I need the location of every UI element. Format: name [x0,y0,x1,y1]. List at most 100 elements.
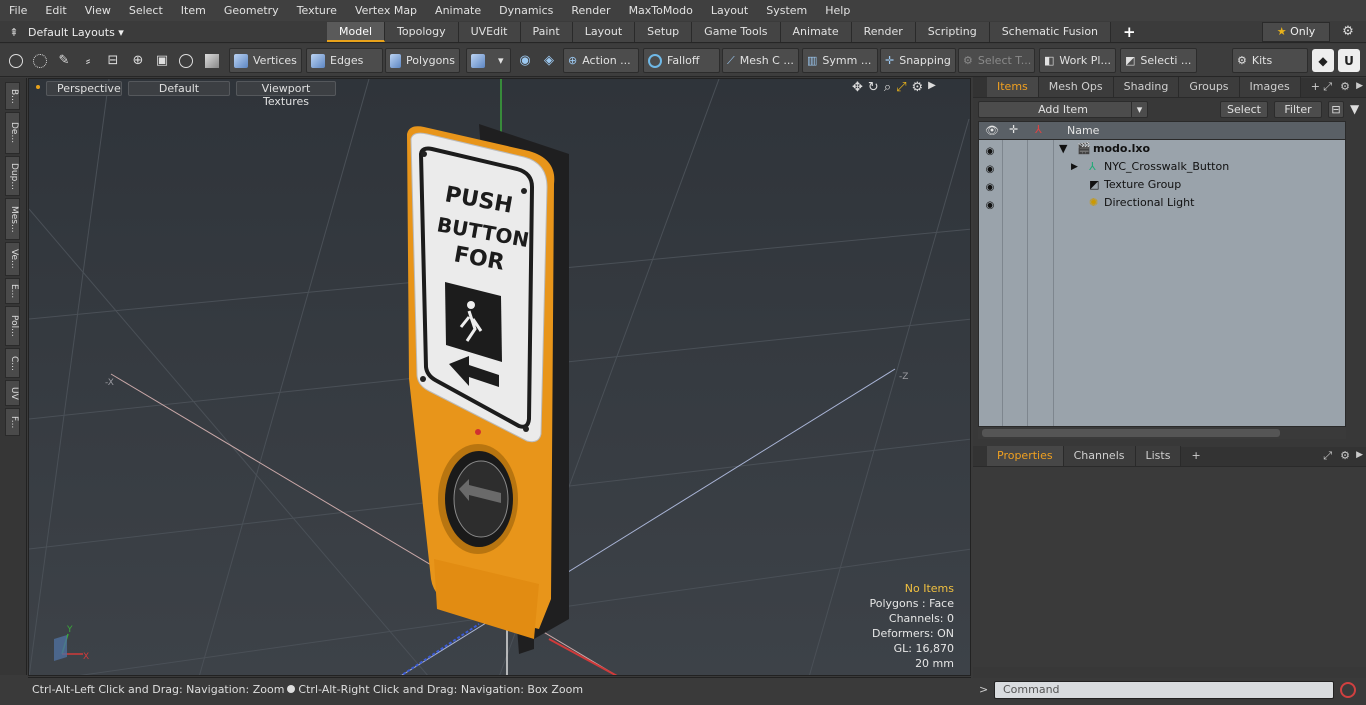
menu-item-edit[interactable]: Edit [36,0,75,21]
menu-item-maxtomodo[interactable]: MaxToModo [620,0,702,21]
edges-button[interactable]: Edges [306,48,383,73]
center-icon[interactable]: ⊕ [127,49,149,72]
default-shading-button[interactable]: Default [128,81,230,96]
menu-item-vertex-map[interactable]: Vertex Map [346,0,426,21]
add-item-button[interactable]: Add Item ▾ [978,100,1148,118]
eye-icon[interactable]: ◉ [983,179,997,193]
tab-paint[interactable]: Paint [520,22,573,42]
globe-icon[interactable] [29,49,51,72]
add-properties-tab-button[interactable]: + [1181,446,1210,466]
left-tab-0[interactable]: B... [5,82,20,110]
unreal-icon[interactable]: U [1338,49,1360,72]
tab-scripting[interactable]: Scripting [915,22,990,42]
tab-schematic-fusion[interactable]: Schematic Fusion [989,22,1112,42]
left-tab-1[interactable]: De... [5,112,20,154]
tab-properties[interactable]: Properties [987,446,1064,466]
menu-item-geometry[interactable]: Geometry [215,0,288,21]
tab-items[interactable]: Items [987,77,1039,97]
maximize-icon[interactable]: ⤢ [896,80,906,98]
work-plane-button[interactable]: ◧ Work Pl... [1039,48,1116,73]
only-button[interactable]: ★ Only [1262,22,1330,42]
properties-gear-icon[interactable]: ⚙ [1340,449,1350,462]
items-panel-dot[interactable] [973,77,987,97]
selection-sets-button[interactable]: ◩ Selecti ... [1120,48,1197,73]
polygons-button[interactable]: Polygons [385,48,460,73]
snapping-button[interactable]: ✛ Snapping [880,48,956,73]
menu-item-file[interactable]: File [0,0,36,21]
menu-item-view[interactable]: View [76,0,120,21]
tab-uvedit[interactable]: UVEdit [458,22,521,42]
perspective-button[interactable]: Perspective [46,81,122,96]
kits-button[interactable]: ⚙ Kits [1232,48,1308,73]
3d-viewport[interactable]: -X -Z PUSH BUTTON FOR Y X [28,78,971,676]
layout-gear-icon[interactable]: ⚙ [1336,22,1360,42]
select-button[interactable]: Select [1220,100,1268,118]
item-mode-dropdown[interactable]: ▾ [466,48,511,73]
properties-expand-icon[interactable]: ⤢ [1323,449,1332,463]
viewport-menu-dot[interactable] [36,85,40,89]
visibility-column-icon[interactable]: 👁 [985,124,999,137]
left-tab-4[interactable]: Ve... [5,242,20,276]
symmetry-button[interactable]: ▥ Symm ... [802,48,878,73]
items-gear-icon[interactable]: ⚙ [1340,80,1350,93]
expand-arrow-icon[interactable]: ▶ [1071,158,1078,176]
layout-selector[interactable]: ⇞ Default Layouts ▾ [0,21,330,43]
zoom-view-icon[interactable]: ⌕ [884,80,891,98]
add-tab-button[interactable]: + [1111,22,1148,42]
menu-item-animate[interactable]: Animate [426,0,490,21]
menu-item-system[interactable]: System [757,0,816,21]
tab-setup[interactable]: Setup [635,22,693,42]
properties-menu-icon[interactable]: ▶ [1356,450,1363,460]
vertices-button[interactable]: Vertices [229,48,302,73]
items-menu-icon[interactable]: ▶ [1356,81,1363,91]
name-column-header[interactable]: Name [1067,124,1099,137]
pen-icon[interactable]: ✎ [53,49,75,72]
tab-groups[interactable]: Groups [1179,77,1240,97]
expand-arrow-icon[interactable]: ▼ [1059,140,1067,158]
material-icon[interactable] [201,49,223,72]
menu-item-layout[interactable]: Layout [702,0,757,21]
menu-item-render[interactable]: Render [562,0,619,21]
falloff-button[interactable]: Falloff [643,48,720,73]
tab-game-tools[interactable]: Game Tools [692,22,781,42]
command-input[interactable]: Command [994,681,1334,699]
tree-row-mesh[interactable]: ◉ ▶ ⅄ NYC_Crosswalk_Button [979,158,1347,176]
menu-item-texture[interactable]: Texture [288,0,346,21]
tab-animate[interactable]: Animate [780,22,852,42]
snap-toggle-icon[interactable]: ◉ [514,49,536,72]
action-center-button[interactable]: ⊕ Action ... [563,48,639,73]
tab-channels[interactable]: Channels [1063,446,1136,466]
eye-icon[interactable]: ◉ [983,197,997,211]
left-tab-9[interactable]: F... [5,408,20,436]
circle-select-icon[interactable] [5,49,27,72]
menu-item-dynamics[interactable]: Dynamics [490,0,562,21]
mesh-constraints-button[interactable]: ⟋ Mesh C ... [722,48,799,73]
left-tab-2[interactable]: Dup... [5,156,20,196]
pivot-icon[interactable]: ◈ [538,49,560,72]
select-through-button[interactable]: ⚙ Select T... [958,48,1035,73]
left-tab-7[interactable]: C... [5,348,20,378]
move-view-icon[interactable]: ✥ [852,80,863,98]
items-expand-icon[interactable]: ⤢ [1323,80,1332,94]
left-tab-8[interactable]: UV [5,380,20,406]
menu-item-select[interactable]: Select [120,0,172,21]
lock-column-icon[interactable]: ✛ [1009,123,1018,136]
collapse-icon[interactable]: ⊟ [1328,100,1344,118]
viewport-gear-icon[interactable]: ⚙ [912,80,924,98]
layout-home-icon[interactable]: ⇞ [0,26,28,39]
tree-row-texture-group[interactable]: ◉ ◩ Texture Group [979,176,1347,194]
time-icon[interactable] [175,49,197,72]
funnel-icon[interactable]: ▼ [1350,102,1364,116]
tab-model[interactable]: Model [327,22,386,42]
properties-panel-dot[interactable] [973,446,987,466]
tree-row-scene[interactable]: ◉ ▼ 🎬 modo.lxo [979,140,1347,158]
tab-lists[interactable]: Lists [1135,446,1182,466]
left-tab-3[interactable]: Mes... [5,198,20,240]
tab-render[interactable]: Render [851,22,916,42]
tab-images[interactable]: Images [1239,77,1301,97]
filter-button[interactable]: Filter [1274,100,1322,118]
brush-icon[interactable]: ⸗ [77,49,99,72]
type-column-icon[interactable]: ⅄ [1035,123,1042,136]
left-tab-5[interactable]: E... [5,278,20,304]
left-tab-6[interactable]: Pol... [5,306,20,346]
